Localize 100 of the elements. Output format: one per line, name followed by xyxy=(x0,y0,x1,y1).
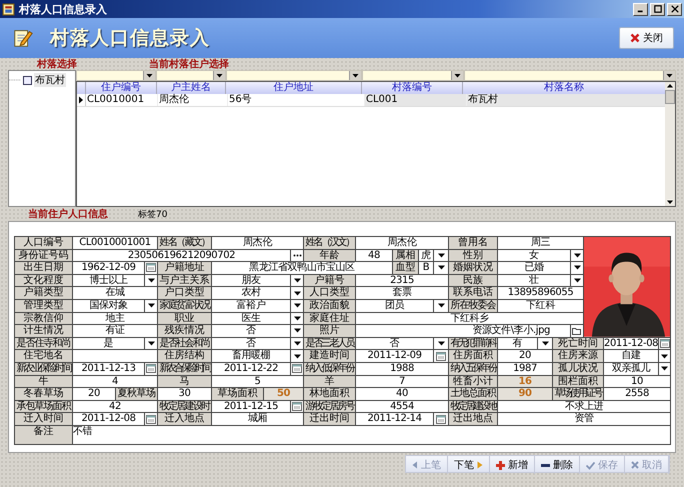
field-value[interactable]: 5 xyxy=(212,376,304,388)
dropdown-icon[interactable] xyxy=(349,71,361,80)
field-value[interactable]: 下红科乡 xyxy=(356,312,584,326)
column-header[interactable]: 住户地址 xyxy=(226,82,362,94)
close-button[interactable] xyxy=(667,2,682,16)
field-value[interactable]: 周杰伦 xyxy=(356,237,449,250)
field-value[interactable]: 女 xyxy=(498,250,571,262)
field-value[interactable]: 7 xyxy=(356,376,449,388)
calendar-icon[interactable] xyxy=(436,352,446,361)
field-value[interactable]: 4 xyxy=(73,376,158,388)
dropdown-icon[interactable] xyxy=(148,278,154,284)
field-value[interactable]: 30 xyxy=(158,388,212,401)
dropdown-icon[interactable] xyxy=(143,71,155,80)
scroll-thumb[interactable] xyxy=(665,90,675,104)
nav-button[interactable]: 下笔 xyxy=(448,456,490,474)
field-value[interactable]: 20 xyxy=(73,388,116,401)
field-value[interactable]: 否 xyxy=(356,338,434,350)
calendar-icon[interactable] xyxy=(436,414,446,424)
field-label: 职业 xyxy=(158,312,212,326)
column-header[interactable]: 住户编号 xyxy=(86,82,157,94)
close-button[interactable]: 关闭 xyxy=(619,27,674,49)
field-value[interactable]: 已婚 xyxy=(498,262,571,275)
dropdown-icon[interactable] xyxy=(438,303,444,308)
field-value[interactable]: 自建 xyxy=(604,350,659,363)
field-value[interactable]: 农村 xyxy=(212,287,291,300)
checkbox[interactable] xyxy=(23,76,32,84)
dropdown-icon[interactable] xyxy=(451,71,463,80)
field-value[interactable]: 有证 xyxy=(73,325,158,338)
field-value[interactable]: 朋友 xyxy=(212,274,291,288)
field-value[interactable]: B xyxy=(419,262,434,275)
field-value[interactable]: 周杰伦 xyxy=(212,237,304,250)
dropdown-icon[interactable] xyxy=(438,341,444,346)
nav-button[interactable]: 删除 xyxy=(535,456,580,474)
dropdown-icon[interactable] xyxy=(213,71,225,80)
field-value[interactable]: 不求上进 xyxy=(498,400,671,414)
field-value[interactable]: 48 xyxy=(356,250,393,262)
field-label: 围栏面积 xyxy=(553,376,604,388)
field-label: 人口编号 xyxy=(15,237,73,250)
field-value[interactable]: 博士以上 xyxy=(73,274,145,288)
calendar-icon[interactable] xyxy=(146,414,156,424)
field-value[interactable]: 有 xyxy=(498,338,538,350)
field-value[interactable]: 虎 xyxy=(419,250,434,262)
field-value[interactable]: 在城 xyxy=(73,287,158,300)
minimize-button[interactable] xyxy=(633,2,648,16)
calendar-icon[interactable] xyxy=(146,364,156,374)
field-value[interactable]: 套票 xyxy=(356,287,449,300)
field-value[interactable]: 周三 xyxy=(498,237,584,250)
dropdown-icon[interactable] xyxy=(148,303,154,308)
field-value[interactable]: 20 xyxy=(498,350,553,363)
field-value[interactable]: 2011-12-09 xyxy=(356,350,434,363)
section-label: 村落选择 xyxy=(37,58,77,71)
field-value[interactable]: 2011-12-08 xyxy=(604,338,659,350)
field-value[interactable]: 230506196212090702 xyxy=(73,250,291,262)
calendar-icon[interactable] xyxy=(660,339,670,348)
field-value[interactable]: 2011-12-14 xyxy=(356,413,434,426)
field-value[interactable]: 1962-12-09 xyxy=(73,262,145,275)
field-value[interactable] xyxy=(73,350,158,363)
more-icon[interactable] xyxy=(292,254,302,257)
remarks-field[interactable]: 不错 xyxy=(73,426,671,445)
field-value[interactable]: 2011-12-13 xyxy=(73,362,145,376)
table-cell: CL0010001 xyxy=(86,94,158,106)
field-value[interactable]: 2011-12-22 xyxy=(212,362,291,376)
field-value[interactable]: 2558 xyxy=(604,388,671,401)
field-value[interactable]: 10 xyxy=(604,376,671,388)
column-header[interactable]: 户主姓名 xyxy=(157,82,226,94)
field-label: 民族 xyxy=(449,274,498,288)
field-value[interactable]: 资管 xyxy=(498,413,671,426)
field-value[interactable]: 国保对象 xyxy=(73,300,145,313)
calendar-icon[interactable] xyxy=(292,402,302,412)
dropdown-icon[interactable] xyxy=(148,341,154,346)
field-value[interactable]: 壮 xyxy=(498,274,571,288)
calendar-icon[interactable] xyxy=(146,263,156,272)
field-value[interactable]: 是 xyxy=(73,338,145,350)
field-value[interactable]: 否 xyxy=(212,325,291,338)
scrollbar[interactable] xyxy=(665,82,675,206)
dropdown-icon[interactable] xyxy=(574,278,580,284)
calendar-icon[interactable] xyxy=(292,364,302,374)
field-label: 羊 xyxy=(304,376,356,388)
field-value[interactable]: 1987 xyxy=(498,362,553,376)
field-value[interactable]: CL0010001001 xyxy=(73,237,158,250)
field-value[interactable]: 42 xyxy=(73,400,158,414)
field-value[interactable]: 1988 xyxy=(356,362,449,376)
field-value[interactable]: 40 xyxy=(356,388,449,401)
field-value[interactable]: 2011-12-08 xyxy=(73,413,145,426)
dropdown-icon[interactable] xyxy=(542,341,548,346)
maximize-button[interactable] xyxy=(650,2,665,16)
field-value[interactable]: 2011-12-15 xyxy=(212,400,291,414)
dropdown-icon[interactable] xyxy=(663,71,675,80)
field-label: 性别 xyxy=(449,250,498,262)
scroll-down-icon[interactable] xyxy=(666,198,674,206)
field-value[interactable]: 13895896055 xyxy=(498,287,584,300)
field-value[interactable]: 4554 xyxy=(356,400,449,414)
nav-button[interactable]: 新增 xyxy=(490,456,535,474)
field-value[interactable]: 团员 xyxy=(356,300,434,313)
field-value[interactable]: 城厢 xyxy=(212,413,304,426)
tree-item[interactable]: 布瓦村 xyxy=(34,73,66,87)
field-value[interactable]: 下红科 xyxy=(498,300,584,313)
field-value[interactable]: 否 xyxy=(212,338,291,350)
field-value[interactable]: 2315 xyxy=(356,274,449,288)
field-value[interactable]: 医生 xyxy=(212,312,291,326)
